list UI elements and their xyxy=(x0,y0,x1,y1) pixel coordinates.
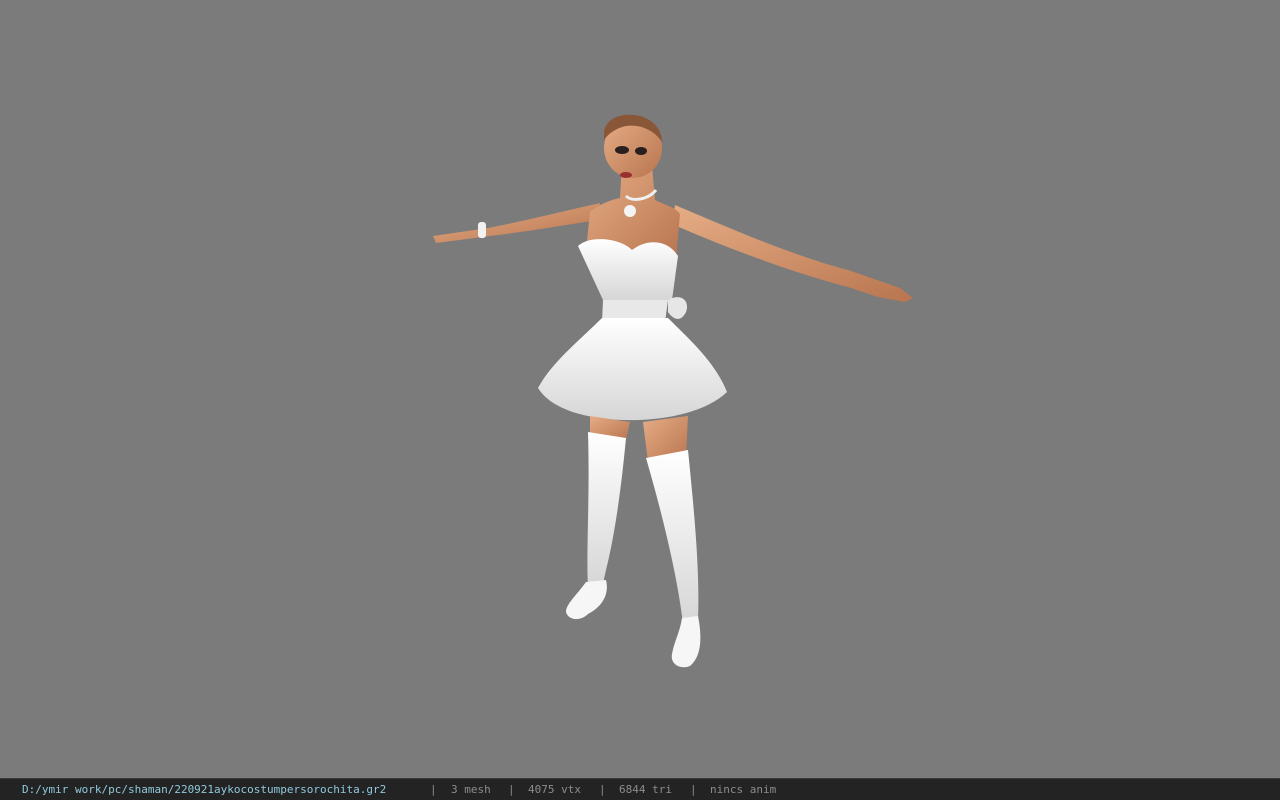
separator: | xyxy=(599,783,606,796)
animation-status-label: nincs anim xyxy=(710,783,777,796)
separator: | xyxy=(430,783,437,796)
vertex-count-label: 4075 vtx xyxy=(528,783,581,796)
mesh-count-label: 3 mesh xyxy=(451,783,491,796)
triangle-count-label: 6844 tri xyxy=(619,783,672,796)
file-path-label: D:/ymir work/pc/shaman/220921aykocostump… xyxy=(22,783,387,796)
3d-viewport[interactable] xyxy=(0,0,1280,778)
status-bar: D:/ymir work/pc/shaman/220921aykocostump… xyxy=(0,778,1280,800)
separator: | xyxy=(508,783,515,796)
separator: | xyxy=(690,783,697,796)
character-model xyxy=(433,114,913,668)
